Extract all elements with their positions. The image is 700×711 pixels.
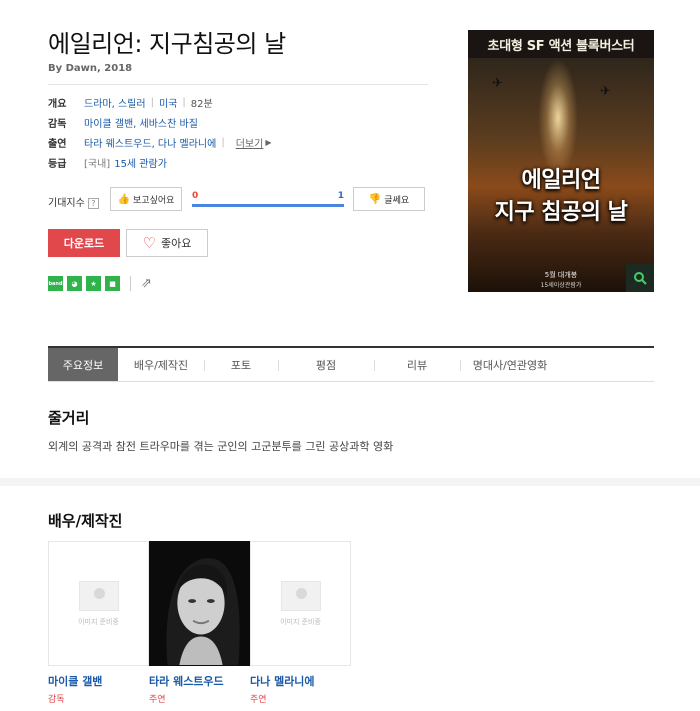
expectation-gauge: 0 1 xyxy=(192,191,344,211)
country-link[interactable]: 미국 xyxy=(159,95,177,110)
want-label: 보고싶어요 xyxy=(133,194,175,205)
gauge-track xyxy=(192,204,344,207)
section-divider xyxy=(0,478,700,486)
info-row-cast: 출연 타라 웨스트우드, 다나 멜라니에 | 더보기 ▶ xyxy=(48,132,271,152)
movie-byline: By Dawn, 2018 xyxy=(48,63,133,74)
chevron-right-icon: ▶ xyxy=(265,137,272,147)
poster-tagline: 초대형 SF 액션 블록버스터 xyxy=(468,30,654,58)
rating-link[interactable]: 15세 관람가 xyxy=(114,155,167,170)
cast-list: 이미지 준비중 마이클 갤밴 감독 타라 웨스트우드 주연 이미지 준비중 다나… xyxy=(48,541,351,705)
help-icon[interactable]: ? xyxy=(87,198,99,209)
tab-cast-crew[interactable]: 배우/제작진 xyxy=(118,348,204,381)
separator: | xyxy=(221,136,225,148)
tab-bar: 주요정보 배우/제작진 포토 평점 리뷰 명대사/연관영화 xyxy=(48,346,654,382)
cast-link[interactable]: 타라 웨스트우드, 다나 멜라니에 xyxy=(84,135,216,150)
no-image-text: 이미지 준비중 xyxy=(78,617,119,626)
more-cast-link[interactable]: 더보기 xyxy=(236,135,264,150)
tab-main-info[interactable]: 주요정보 xyxy=(48,348,118,381)
kakaostory-icon[interactable]: ◕ xyxy=(67,276,82,291)
separator: | xyxy=(182,96,186,108)
download-button[interactable]: 다운로드 xyxy=(48,229,120,257)
thumbs-down-icon: 👎 xyxy=(368,193,382,205)
no-image-placeholder: 이미지 준비중 xyxy=(250,541,351,666)
person-placeholder-icon xyxy=(78,580,119,611)
cast-card[interactable]: 타라 웨스트우드 주연 xyxy=(149,541,250,705)
genres-link[interactable]: 드라마, 스릴러 xyxy=(84,95,146,110)
runtime: 82분 xyxy=(190,98,213,110)
rating-label: 등급 xyxy=(48,158,67,170)
info-row-rating: 등급 [국내] 15세 관람가 xyxy=(48,152,271,172)
tab-ratings[interactable]: 평점 xyxy=(278,348,374,381)
like-label: 좋아요 xyxy=(161,238,192,250)
portrait-photo xyxy=(150,542,249,665)
cast-role: 주연 xyxy=(149,695,166,705)
share-divider xyxy=(130,276,131,291)
want-count: 0 xyxy=(192,191,199,201)
overview-label: 개요 xyxy=(48,98,67,110)
synopsis-text: 외계의 공격과 참전 트라우마를 겪는 군인의 고군분투를 그린 공상과학 영화 xyxy=(48,440,394,453)
want-to-see-button[interactable]: 👍 보고싶어요 xyxy=(110,187,182,211)
helicopter-icon: ✈ xyxy=(492,76,503,91)
movie-info: 개요 드라마, 스릴러 | 미국 | 82분 감독 마이클 갤밴, 세바스찬 바… xyxy=(48,92,271,172)
not-sure-button[interactable]: 👎 글쎄요 xyxy=(353,187,425,211)
gauge-fill-bad xyxy=(192,204,344,207)
share-icon[interactable]: ⇗ xyxy=(141,276,152,291)
star-share-icon[interactable]: ★ xyxy=(86,276,101,291)
square-share-icon[interactable]: ■ xyxy=(105,276,120,291)
directors-link[interactable]: 마이클 갤밴, 세바스찬 바질 xyxy=(84,115,198,130)
cast-card[interactable]: 이미지 준비중 마이클 갤밴 감독 xyxy=(48,541,149,705)
cast-role: 감독 xyxy=(48,695,65,705)
poster-title-line1: 에일리언 xyxy=(521,168,601,193)
synopsis-heading: 줄거리 xyxy=(48,409,90,427)
search-icon[interactable] xyxy=(626,264,654,292)
expectation-index: 기대지수? 👍 보고싶어요 0 1 👎 글쎄요 xyxy=(48,187,428,211)
tab-quotes-related[interactable]: 명대사/연관영화 xyxy=(460,348,560,381)
cast-name[interactable]: 마이클 갤밴 xyxy=(48,673,149,689)
helicopter-icon: ✈ xyxy=(600,84,611,99)
heart-icon: ♡ xyxy=(142,234,157,252)
no-image-placeholder: 이미지 준비중 xyxy=(48,541,149,666)
share-row: band ◕ ★ ■ ⇗ xyxy=(48,276,152,291)
tab-photos[interactable]: 포토 xyxy=(204,348,278,381)
band-icon[interactable]: band xyxy=(48,276,63,291)
tab-reviews[interactable]: 리뷰 xyxy=(374,348,460,381)
movie-title: 에일리언: 지구침공의 날 xyxy=(48,30,286,58)
cast-label: 출연 xyxy=(48,138,67,150)
cast-role: 주연 xyxy=(250,695,267,705)
bad-count: 1 xyxy=(337,191,344,201)
poster-light-beam xyxy=(538,58,578,178)
no-image-text: 이미지 준비중 xyxy=(280,617,321,626)
cast-photo xyxy=(149,541,250,666)
info-row-overview: 개요 드라마, 스릴러 | 미국 | 82분 xyxy=(48,92,271,112)
like-button[interactable]: ♡ 좋아요 xyxy=(126,229,208,257)
expectation-label: 기대지수? xyxy=(48,194,99,209)
cast-name[interactable]: 다나 멜라니에 xyxy=(250,673,351,689)
cast-name[interactable]: 타라 웨스트우드 xyxy=(149,673,250,689)
crew-heading: 배우/제작진 xyxy=(48,512,123,530)
director-label: 감독 xyxy=(48,118,67,130)
cast-card[interactable]: 이미지 준비중 다나 멜라니에 주연 xyxy=(250,541,351,705)
person-placeholder-icon xyxy=(280,580,321,611)
movie-poster[interactable]: 초대형 SF 액션 블록버스터 ✈ ✈ 에일리언 지구 침공의 날 5월 대개봉… xyxy=(468,30,654,292)
thumbs-up-icon: 👍 xyxy=(117,193,131,205)
separator: | xyxy=(150,96,154,108)
title-divider xyxy=(48,84,428,85)
poster-title-line2: 지구 침공의 날 xyxy=(494,200,628,225)
info-row-director: 감독 마이클 갤밴, 세바스찬 바질 xyxy=(48,112,271,132)
not-sure-label: 글쎄요 xyxy=(384,194,410,205)
rating-region: [국내] xyxy=(84,158,111,170)
